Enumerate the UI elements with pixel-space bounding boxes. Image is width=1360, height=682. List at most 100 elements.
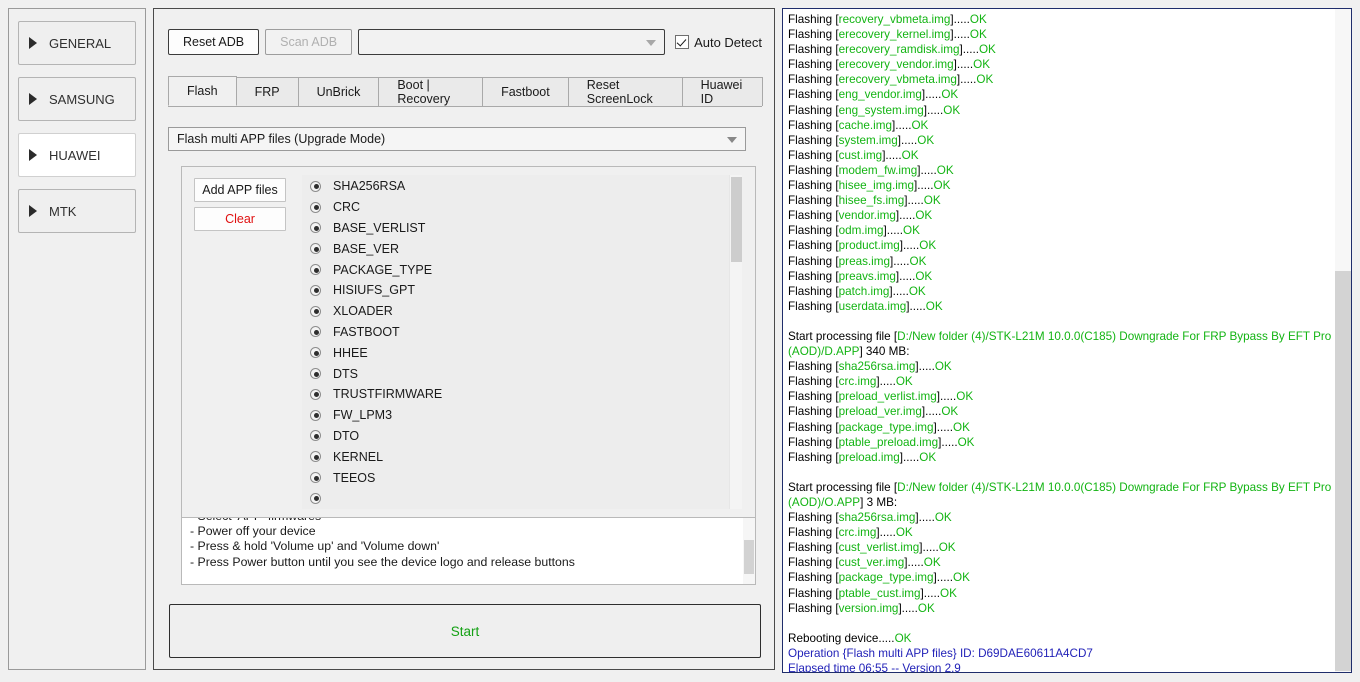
tab-frp[interactable]: FRP	[235, 77, 299, 106]
partition-item[interactable]: BASE_VERLIST	[302, 218, 742, 239]
log-line: Flashing [system.img].....OK	[788, 133, 935, 147]
tab-huawei-id[interactable]: Huawei ID	[681, 77, 763, 106]
scrollbar-thumb[interactable]	[1335, 271, 1351, 671]
checkmark-icon	[675, 35, 690, 49]
radio-icon[interactable]	[310, 305, 321, 317]
partition-item[interactable]: TEEOS	[302, 467, 742, 488]
radio-icon[interactable]	[310, 326, 321, 338]
partition-item[interactable]: DTS	[302, 363, 742, 384]
partition-item[interactable]: FW_LPM3	[302, 405, 742, 426]
radio-icon[interactable]	[310, 243, 321, 255]
radio-icon[interactable]	[310, 409, 321, 421]
log-line: Flashing [cust_ver.img].....OK	[788, 556, 941, 570]
radio-icon[interactable]	[310, 451, 321, 463]
main-panel: Reset ADB Scan ADB Auto Detect Flash FRP U…	[153, 8, 775, 670]
partition-item[interactable]: BASE_VER	[302, 238, 742, 259]
radio-icon[interactable]	[310, 368, 321, 380]
log-line: Flashing [preload_ver.img].....OK	[788, 405, 959, 419]
log-line: Elapsed time 06:55 -- Version 2.9	[788, 662, 961, 673]
radio-icon[interactable]	[310, 180, 321, 192]
radio-icon[interactable]	[310, 201, 321, 213]
log-line: Operation {Flash multi APP files} ID: D6…	[788, 646, 1093, 660]
log-line: Flashing [erecovery_ramdisk.img].....OK	[788, 43, 996, 57]
tab-boot-recovery[interactable]: Boot | Recovery	[378, 77, 484, 106]
tab-fastboot[interactable]: Fastboot	[482, 77, 569, 106]
sidebar-item-huawei[interactable]: HUAWEI	[18, 133, 136, 177]
chevron-right-icon	[29, 205, 37, 217]
partition-list[interactable]: SHA256RSA CRC BASE_VERLIST BASE_VER PACKAGE_…	[302, 175, 742, 509]
reset-adb-button[interactable]: Reset ADB	[168, 29, 260, 55]
partition-item[interactable]	[302, 488, 742, 509]
radio-icon[interactable]	[310, 430, 321, 442]
log-line: Flashing [eng_vendor.img].....OK	[788, 88, 959, 102]
log-line: Start processing file [D:/New folder (4)…	[788, 480, 1332, 509]
sidebar-item-mtk[interactable]: MTK	[18, 189, 136, 233]
file-selection-group: Add APP files Clear SHA256RSA CRC BASE_VER…	[181, 166, 756, 518]
chevron-down-icon	[727, 137, 737, 143]
sidebar-item-label: SAMSUNG	[49, 91, 115, 107]
partition-label: FASTBOOT	[333, 324, 400, 339]
radio-icon[interactable]	[310, 388, 321, 400]
instruction-line: - Press Power button until you see the d…	[190, 554, 575, 569]
partition-item[interactable]: XLOADER	[302, 301, 742, 322]
log-scrollbar[interactable]	[1335, 9, 1351, 672]
partition-item[interactable]: HISIUFS_GPT	[302, 280, 742, 301]
sidebar-item-samsung[interactable]: SAMSUNG	[18, 77, 136, 121]
partition-item[interactable]: HHEE	[302, 342, 742, 363]
scrollbar-thumb[interactable]	[744, 540, 754, 574]
partition-item[interactable]: KERNEL	[302, 446, 742, 467]
log-panel: Flashing [recovery_vbmeta.img].....OK Fla…	[782, 8, 1352, 673]
partition-label: TRUSTFIRMWARE	[333, 387, 443, 402]
partition-item[interactable]: SHA256RSA	[302, 176, 742, 197]
scrollbar-thumb[interactable]	[731, 177, 742, 262]
partition-item[interactable]: PACKAGE_TYPE	[302, 259, 742, 280]
flash-mode-select[interactable]: Flash multi APP files (Upgrade Mode)	[168, 127, 746, 151]
tab-label: Flash	[187, 84, 218, 98]
log-line: Flashing [preload.img].....OK	[788, 450, 937, 464]
tab-label: Boot | Recovery	[397, 78, 451, 106]
scan-adb-button[interactable]: Scan ADB	[265, 29, 353, 55]
log-line: Flashing [erecovery_vendor.img].....OK	[788, 58, 991, 72]
partition-list-scrollbar[interactable]	[729, 175, 742, 509]
partition-item[interactable]: TRUSTFIRMWARE	[302, 384, 742, 405]
partition-item[interactable]: DTO	[302, 426, 742, 447]
tab-reset-screenlock[interactable]: Reset ScreenLock	[567, 77, 683, 106]
toolbar: Reset ADB Scan ADB Auto Detect	[168, 29, 762, 55]
file-action-buttons: Add APP files Clear	[194, 178, 286, 236]
log-line: Flashing [eng_system.img].....OK	[788, 103, 961, 117]
partition-item[interactable]: CRC	[302, 197, 742, 218]
radio-icon[interactable]	[310, 222, 321, 234]
log-line: Flashing [preload_verlist.img].....OK	[788, 390, 974, 404]
log-line: Flashing [userdata.img].....OK	[788, 299, 943, 313]
partition-label: BASE_VER	[333, 241, 400, 256]
radio-icon[interactable]	[310, 347, 321, 359]
chevron-right-icon	[29, 37, 37, 49]
partition-label: DTO	[333, 428, 360, 443]
radio-icon[interactable]	[310, 472, 321, 484]
tab-unbrick[interactable]: UnBrick	[297, 77, 380, 106]
instructions-scrollbar[interactable]	[743, 518, 755, 584]
tab-flash[interactable]: Flash	[168, 76, 237, 106]
auto-detect-checkbox[interactable]: Auto Detect	[671, 35, 762, 50]
log-line: Flashing [sha256rsa.img].....OK	[788, 511, 952, 525]
radio-icon[interactable]	[310, 264, 321, 276]
flash-mode-value: Flash multi APP files (Upgrade Mode)	[177, 132, 386, 146]
radio-icon[interactable]	[310, 284, 321, 296]
log-line: Flashing [patch.img].....OK	[788, 284, 926, 298]
log-line: Flashing [product.img].....OK	[788, 239, 937, 253]
add-app-files-button[interactable]: Add APP files	[194, 178, 286, 202]
start-button[interactable]: Start	[169, 604, 761, 658]
sidebar-item-label: GENERAL	[49, 35, 112, 51]
partition-item[interactable]: FASTBOOT	[302, 322, 742, 343]
log-line: Flashing [crc.img].....OK	[788, 526, 913, 540]
sidebar-item-general[interactable]: GENERAL	[18, 21, 136, 65]
device-select[interactable]	[358, 29, 666, 55]
radio-icon[interactable]	[310, 492, 321, 504]
instruction-line: - Press & hold 'Volume up' and 'Volume d…	[190, 539, 440, 554]
partition-label: XLOADER	[333, 304, 393, 319]
clear-button[interactable]: Clear	[194, 207, 286, 231]
instructions-box[interactable]: - Select 'APP' firmwares- Power off your…	[181, 517, 756, 585]
partition-label: TEEOS	[333, 470, 376, 485]
